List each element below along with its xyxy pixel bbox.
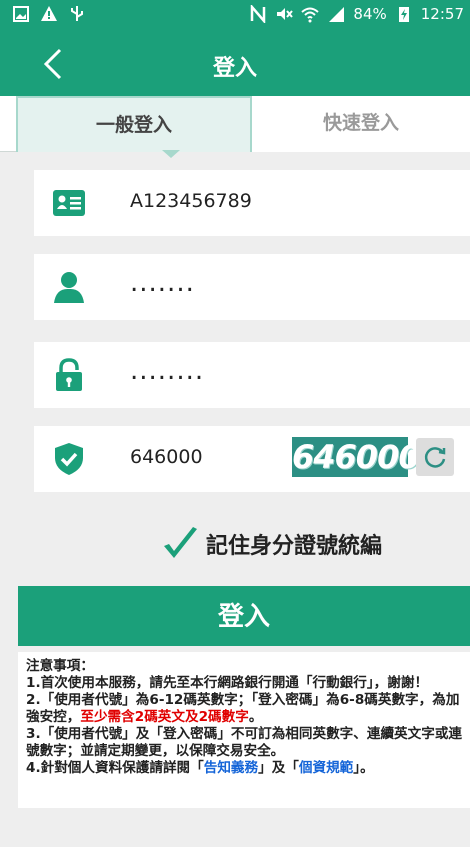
user-code-value: ....... [130, 268, 195, 298]
battery-charging-icon [398, 7, 409, 22]
active-tab-pointer [162, 150, 180, 158]
notes-panel: 注意事項： 1.首次使用本服務，請先至本行網路銀行開通「行動銀行」，謝謝！ 2.… [18, 652, 470, 808]
note-item-2-end: 。 [248, 709, 263, 725]
note-item-3: 3.「使用者代號」及「登入密碼」不可訂為相同英數字、連續英文字或連號數字；並請定… [26, 726, 463, 759]
status-bar: 84% 12:57 [0, 0, 470, 30]
checkmark-icon [164, 527, 197, 558]
signal-icon [329, 7, 345, 22]
note-item-2: 2.「使用者代號」為6-12碼英數字；「登入密碼」為6-8碼英數字，為加強安控，… [26, 692, 464, 726]
note-item-4-text: 4.針對個人資料保護請詳閱「 [26, 760, 204, 776]
password-field[interactable]: ........ [34, 342, 470, 408]
remember-id-checkbox[interactable]: 記住身分證號統編 [160, 524, 382, 564]
page-title: 登入 [212, 56, 257, 81]
note-item-1: 1.首次使用本服務，請先至本行網路銀行開通「行動銀行」，謝謝！ [26, 675, 429, 691]
login-button[interactable]: 登入 [18, 586, 470, 646]
wifi-icon [301, 7, 320, 23]
id-number-field[interactable]: A123456789 [34, 170, 470, 236]
remember-id-label: 記住身分證號統編 [206, 534, 383, 559]
login-tabs: 一般登入 快速登入 [0, 96, 470, 152]
disclosure-duty-link[interactable]: 告知義務 [204, 760, 258, 776]
id-card-icon [53, 190, 85, 216]
warning-icon [41, 6, 57, 21]
note-item-2-warning: 至少需含2碼英文及2碼數字 [80, 709, 249, 725]
captcha-field[interactable]: 646000 646000 [34, 426, 470, 492]
clock: 12:57 [420, 5, 464, 23]
captcha-refresh-button[interactable] [416, 438, 454, 476]
id-number-value: A123456789 [130, 190, 252, 212]
battery-percent: 84% [353, 5, 387, 23]
tab-normal-login[interactable]: 一般登入 [16, 96, 252, 152]
password-value: ........ [130, 356, 205, 386]
captcha-input-value: 646000 [130, 446, 203, 468]
refresh-icon [424, 447, 446, 468]
shield-check-icon [55, 443, 83, 475]
tab-quick-login[interactable]: 快速登入 [252, 96, 470, 152]
nfc-icon [251, 5, 266, 23]
user-icon [54, 272, 84, 303]
privacy-policy-link[interactable]: 個資規範 [299, 760, 353, 776]
title-bar: 登入 [0, 30, 470, 96]
note-item-4-end: 」。 [353, 760, 374, 776]
lock-icon [56, 358, 82, 391]
note-item-4: 4.針對個人資料保護請詳閱「告知義務」及「個資規範」。 [26, 760, 464, 777]
usb-icon [71, 6, 83, 21]
user-code-field[interactable]: ....... [34, 254, 470, 320]
mute-icon [277, 8, 294, 20]
captcha-image: 646000 [292, 437, 421, 477]
gallery-icon [13, 6, 29, 22]
notes-title: 注意事項： [26, 658, 94, 674]
note-item-4-mid: 」及「 [258, 760, 299, 776]
